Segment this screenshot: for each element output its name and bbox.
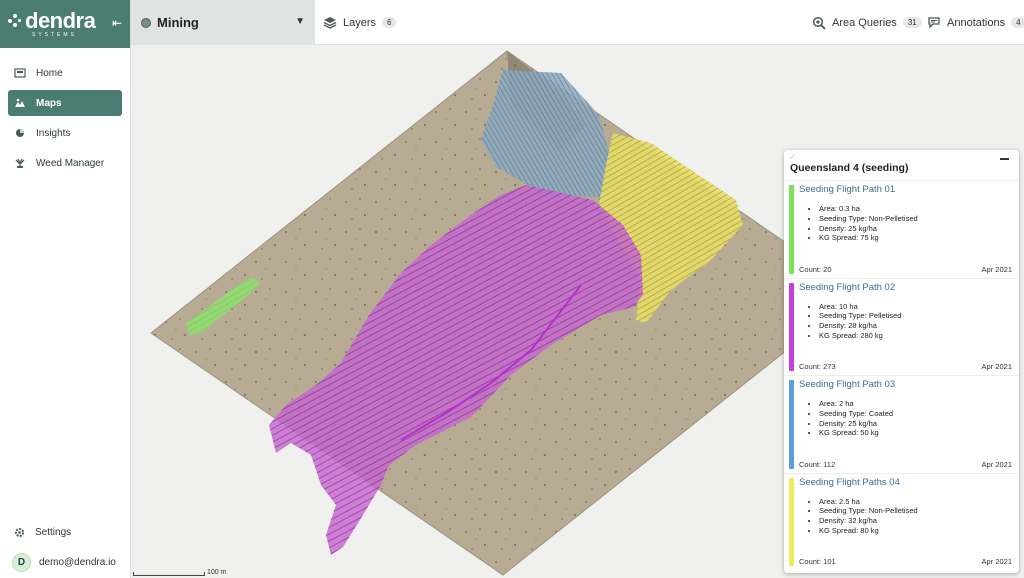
map-icon (15, 98, 25, 107)
card-count: Count: 20 (799, 264, 832, 274)
annotations-button[interactable]: Annotations 4 (927, 0, 1024, 45)
card-details: Area: 2.5 ha Seeding Type: Non-Pelletise… (799, 497, 1011, 536)
sidebar-footer: Settings D demo@dendra.io (0, 521, 131, 572)
card-footer: Count: 20 Apr 2021 (799, 265, 1012, 274)
detail-density: Density: 32 kg/ha (819, 516, 1011, 526)
brand-header: dendra SYSTEMS ⇤ (0, 0, 130, 48)
detail-area: Area: 2.5 ha (819, 497, 1011, 507)
dendra-logo[interactable]: dendra SYSTEMS (8, 8, 96, 38)
avatar: D (12, 553, 31, 572)
card-count: Count: 101 (799, 557, 836, 566)
detail-kg-spread: KG Spread: 75 kg (819, 233, 1011, 243)
detail-seeding-type: Seeding Type: Non-Pelletised (819, 506, 1011, 516)
layers-icon (323, 17, 337, 29)
card-footer: Count: 112 Apr 2021 (799, 460, 1012, 469)
card-footer: Count: 273 Apr 2021 (799, 362, 1012, 371)
user-email: demo@dendra.io (39, 557, 116, 568)
layers-label: Layers (343, 16, 377, 29)
panel-title: Queensland 4 (seeding) (790, 162, 909, 174)
main-nav: Home Maps Insights Weed Manager (0, 48, 130, 176)
user-menu[interactable]: D demo@dendra.io (0, 553, 131, 572)
annotations-label: Annotations (947, 16, 1006, 29)
annotation-icon (928, 17, 940, 29)
brand-subtitle: SYSTEMS (32, 32, 77, 38)
nav-label: Weed Manager (36, 157, 105, 169)
detail-density: Density: 25 kg/ha (819, 224, 1011, 234)
panel-header: ⟋ Queensland 4 (seeding) (784, 150, 1019, 180)
card-date: Apr 2021 (981, 459, 1012, 469)
collapse-sidebar-icon[interactable]: ⇤ (112, 16, 122, 30)
card-title: Seeding Flight Path 01 (799, 184, 896, 195)
nav-item-maps[interactable]: Maps (8, 90, 122, 116)
card-title: Seeding Flight Paths 04 (799, 476, 900, 488)
card-title: Seeding Flight Path 02 (799, 281, 896, 293)
nav-item-settings[interactable]: Settings (0, 521, 131, 543)
project-name: Mining (157, 15, 199, 30)
pie-chart-icon (16, 129, 24, 137)
chevron-down-icon: ▼ (295, 16, 305, 27)
flight-path-card[interactable]: Seeding Flight Path 02 Area: 10 ha Seedi… (784, 277, 1019, 376)
nav-label: Insights (36, 127, 71, 139)
card-details: Area: 0.3 ha Seeding Type: Non-Pelletise… (799, 204, 1011, 243)
logo-dots-icon (8, 14, 22, 28)
detail-seeding-type: Seeding Type: Coated (819, 409, 1011, 419)
detail-kg-spread: KG Spread: 280 kg (819, 331, 1011, 341)
detail-area: Area: 0.3 ha (819, 204, 1011, 214)
minimize-icon[interactable] (1000, 158, 1009, 160)
top-bar: Mining ▼ Layers 6 Area Queries 31 Annota… (131, 0, 1024, 45)
area-queries-label: Area Queries (832, 16, 897, 29)
card-date: Apr 2021 (981, 557, 1012, 566)
card-date: Apr 2021 (981, 362, 1012, 371)
settings-label: Settings (35, 526, 72, 538)
color-stripe (789, 282, 794, 371)
gear-icon (15, 527, 24, 537)
detail-density: Density: 25 kg/ha (819, 419, 1011, 429)
weed-icon (15, 158, 25, 168)
color-stripe (789, 477, 794, 566)
annotations-count-badge: 4 (1011, 17, 1024, 28)
sidebar: dendra SYSTEMS ⇤ Home Maps Insights Weed… (0, 0, 131, 578)
card-details: Area: 2 ha Seeding Type: Coated Density:… (799, 399, 1011, 438)
area-query-icon (812, 16, 826, 30)
card-count: Count: 273 (799, 362, 836, 371)
nav-item-weed-manager[interactable]: Weed Manager (8, 150, 122, 176)
layers-button[interactable]: Layers 6 (323, 0, 397, 45)
detail-seeding-type: Seeding Type: Pelletised (819, 311, 1011, 321)
pin-icon[interactable]: ⟋ (790, 154, 1013, 162)
map-scale-bar: 100 m (133, 569, 226, 576)
detail-area: Area: 10 ha (819, 302, 1011, 312)
seeding-info-panel: ⟋ Queensland 4 (seeding) Seeding Flight … (784, 150, 1019, 573)
flight-path-card[interactable]: Seeding Flight Path 03 Area: 2 ha Seedin… (784, 375, 1019, 473)
color-stripe (789, 380, 794, 469)
scale-bar-line (133, 572, 205, 576)
globe-icon (141, 17, 151, 28)
scale-label: 100 m (207, 569, 227, 576)
brand-name: dendra (25, 8, 96, 33)
home-icon (14, 68, 26, 78)
card-details: Area: 10 ha Seeding Type: Pelletised Den… (799, 302, 1011, 341)
color-stripe (789, 185, 794, 274)
flight-path-card[interactable]: Seeding Flight Path 01 Area: 0.3 ha Seed… (784, 180, 1019, 278)
detail-kg-spread: KG Spread: 50 kg (819, 428, 1011, 438)
card-title: Seeding Flight Path 03 (799, 379, 896, 390)
detail-density: Density: 28 kg/ha (819, 321, 1011, 331)
nav-label: Home (36, 67, 63, 79)
flight-path-card[interactable]: Seeding Flight Paths 04 Area: 2.5 ha See… (784, 472, 1019, 571)
area-queries-count-badge: 31 (902, 17, 922, 28)
nav-label: Maps (36, 97, 62, 109)
card-footer: Count: 101 Apr 2021 (799, 557, 1012, 566)
detail-area: Area: 2 ha (819, 399, 1011, 409)
detail-seeding-type: Seeding Type: Non-Pelletised (819, 214, 1011, 224)
nav-item-insights[interactable]: Insights (8, 120, 122, 146)
detail-kg-spread: KG Spread: 80 kg (819, 526, 1011, 536)
card-count: Count: 112 (799, 459, 836, 469)
project-selector[interactable]: Mining ▼ (131, 0, 315, 45)
area-queries-button[interactable]: Area Queries 31 (812, 0, 922, 45)
card-date: Apr 2021 (981, 264, 1012, 274)
layers-count-badge: 6 (382, 17, 397, 28)
nav-item-home[interactable]: Home (8, 60, 122, 86)
